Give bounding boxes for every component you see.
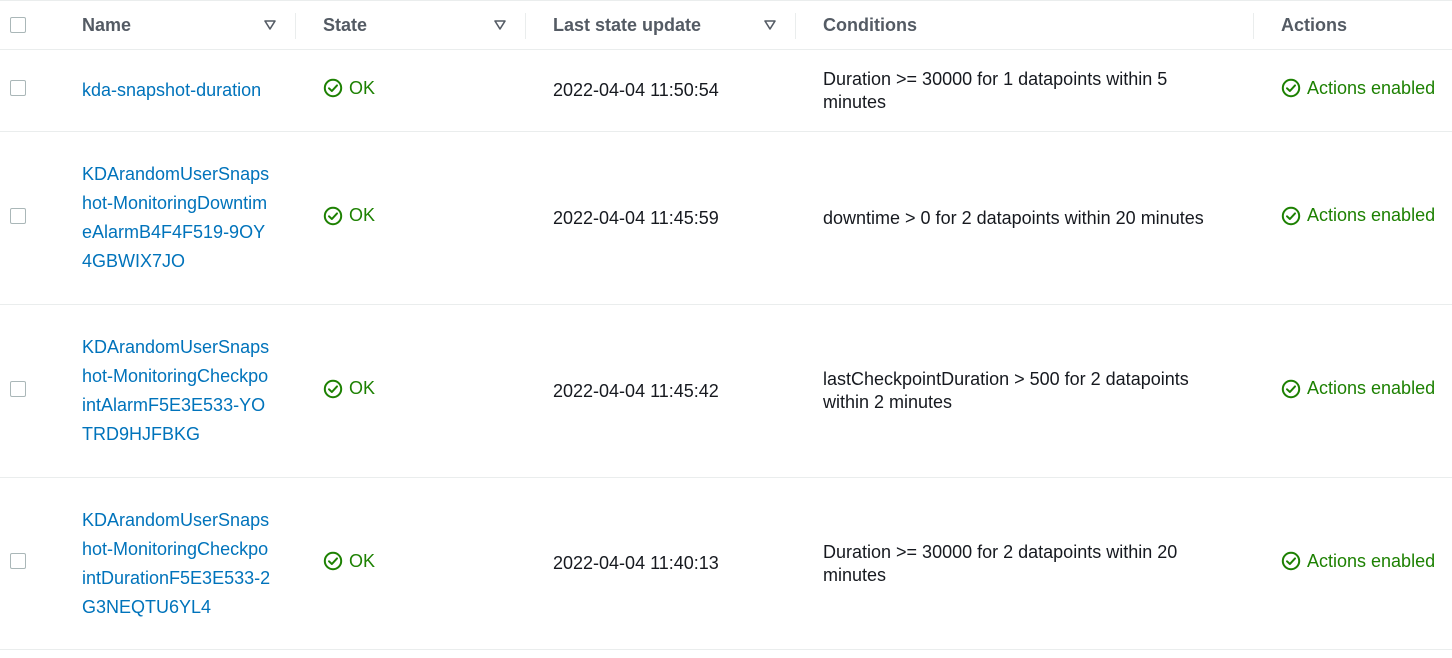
check-circle-icon bbox=[1281, 206, 1301, 225]
select-all-checkbox[interactable] bbox=[10, 17, 26, 33]
check-circle-icon bbox=[323, 552, 343, 571]
alarm-name-link[interactable]: KDArandomUserSnapshot-MonitoringDowntime… bbox=[82, 160, 272, 276]
actions-label: Actions enabled bbox=[1307, 77, 1436, 98]
check-circle-icon bbox=[323, 79, 343, 98]
last-update-value: 2022-04-04 11:40:13 bbox=[553, 553, 719, 573]
conditions-text: Duration >= 30000 for 2 datapoints withi… bbox=[823, 541, 1178, 585]
column-name-label: Name bbox=[82, 14, 132, 35]
actions-label: Actions enabled bbox=[1307, 205, 1436, 226]
column-header-state[interactable]: State bbox=[296, 1, 526, 50]
alarm-name-link[interactable]: KDArandomUserSnapshot-MonitoringCheckpoi… bbox=[82, 506, 272, 622]
actions-status: Actions enabled bbox=[1281, 378, 1435, 399]
actions-status: Actions enabled bbox=[1281, 205, 1435, 226]
check-circle-icon bbox=[1281, 379, 1301, 398]
check-circle-icon bbox=[323, 379, 343, 398]
select-all-cell bbox=[0, 1, 60, 50]
alarms-table: Name State Last state update Conditions … bbox=[0, 0, 1452, 650]
state-badge: OK bbox=[323, 205, 375, 226]
conditions-text: Duration >= 30000 for 1 datapoints withi… bbox=[823, 68, 1168, 112]
conditions-text: lastCheckpointDuration > 500 for 2 datap… bbox=[823, 369, 1189, 412]
last-update-value: 2022-04-04 11:45:59 bbox=[553, 207, 719, 228]
last-update-value: 2022-04-04 11:45:42 bbox=[553, 380, 719, 401]
column-conditions-label: Conditions bbox=[823, 14, 917, 35]
column-actions-label: Actions bbox=[1281, 14, 1348, 35]
state-badge: OK bbox=[323, 378, 375, 399]
table-row[interactable]: KDArandomUserSnapshot-MonitoringDowntime… bbox=[0, 132, 1452, 305]
table-row[interactable]: KDArandomUserSnapshot-MonitoringCheckpoi… bbox=[0, 305, 1452, 478]
actions-label: Actions enabled bbox=[1307, 550, 1436, 571]
state-label: OK bbox=[349, 205, 376, 226]
column-state-label: State bbox=[323, 14, 368, 35]
last-update-value: 2022-04-04 11:50:54 bbox=[553, 80, 719, 100]
conditions-text: downtime > 0 for 2 datapoints within 20 … bbox=[823, 207, 1204, 228]
row-checkbox[interactable] bbox=[10, 553, 26, 569]
state-label: OK bbox=[349, 378, 376, 399]
check-circle-icon bbox=[323, 206, 343, 225]
check-circle-icon bbox=[1281, 79, 1301, 98]
state-badge: OK bbox=[323, 551, 375, 572]
column-last-update-label: Last state update bbox=[553, 14, 702, 35]
row-checkbox[interactable] bbox=[10, 207, 26, 224]
column-header-last-update[interactable]: Last state update bbox=[526, 1, 796, 50]
actions-status: Actions enabled bbox=[1281, 78, 1435, 99]
actions-label: Actions enabled bbox=[1307, 378, 1436, 399]
table-header-row: Name State Last state update Conditions … bbox=[0, 0, 1452, 50]
sort-caret-icon[interactable] bbox=[264, 20, 276, 30]
check-circle-icon bbox=[1281, 552, 1301, 571]
row-checkbox[interactable] bbox=[10, 380, 26, 397]
table-row[interactable]: kda-snapshot-duration OK 2022-04-04 11:5… bbox=[0, 50, 1452, 132]
alarm-name-link[interactable]: KDArandomUserSnapshot-MonitoringCheckpoi… bbox=[82, 333, 272, 449]
state-label: OK bbox=[349, 77, 376, 98]
sort-caret-icon[interactable] bbox=[494, 20, 506, 30]
column-header-actions: Actions bbox=[1254, 1, 1452, 50]
table-row[interactable]: KDArandomUserSnapshot-MonitoringCheckpoi… bbox=[0, 478, 1452, 650]
sort-caret-icon[interactable] bbox=[764, 20, 776, 30]
column-header-name[interactable]: Name bbox=[60, 1, 296, 50]
state-badge: OK bbox=[323, 78, 375, 99]
actions-status: Actions enabled bbox=[1281, 551, 1435, 572]
row-checkbox[interactable] bbox=[10, 80, 26, 96]
alarm-name-link[interactable]: kda-snapshot-duration bbox=[82, 76, 272, 105]
column-header-conditions: Conditions bbox=[796, 1, 1254, 50]
state-label: OK bbox=[349, 550, 376, 571]
